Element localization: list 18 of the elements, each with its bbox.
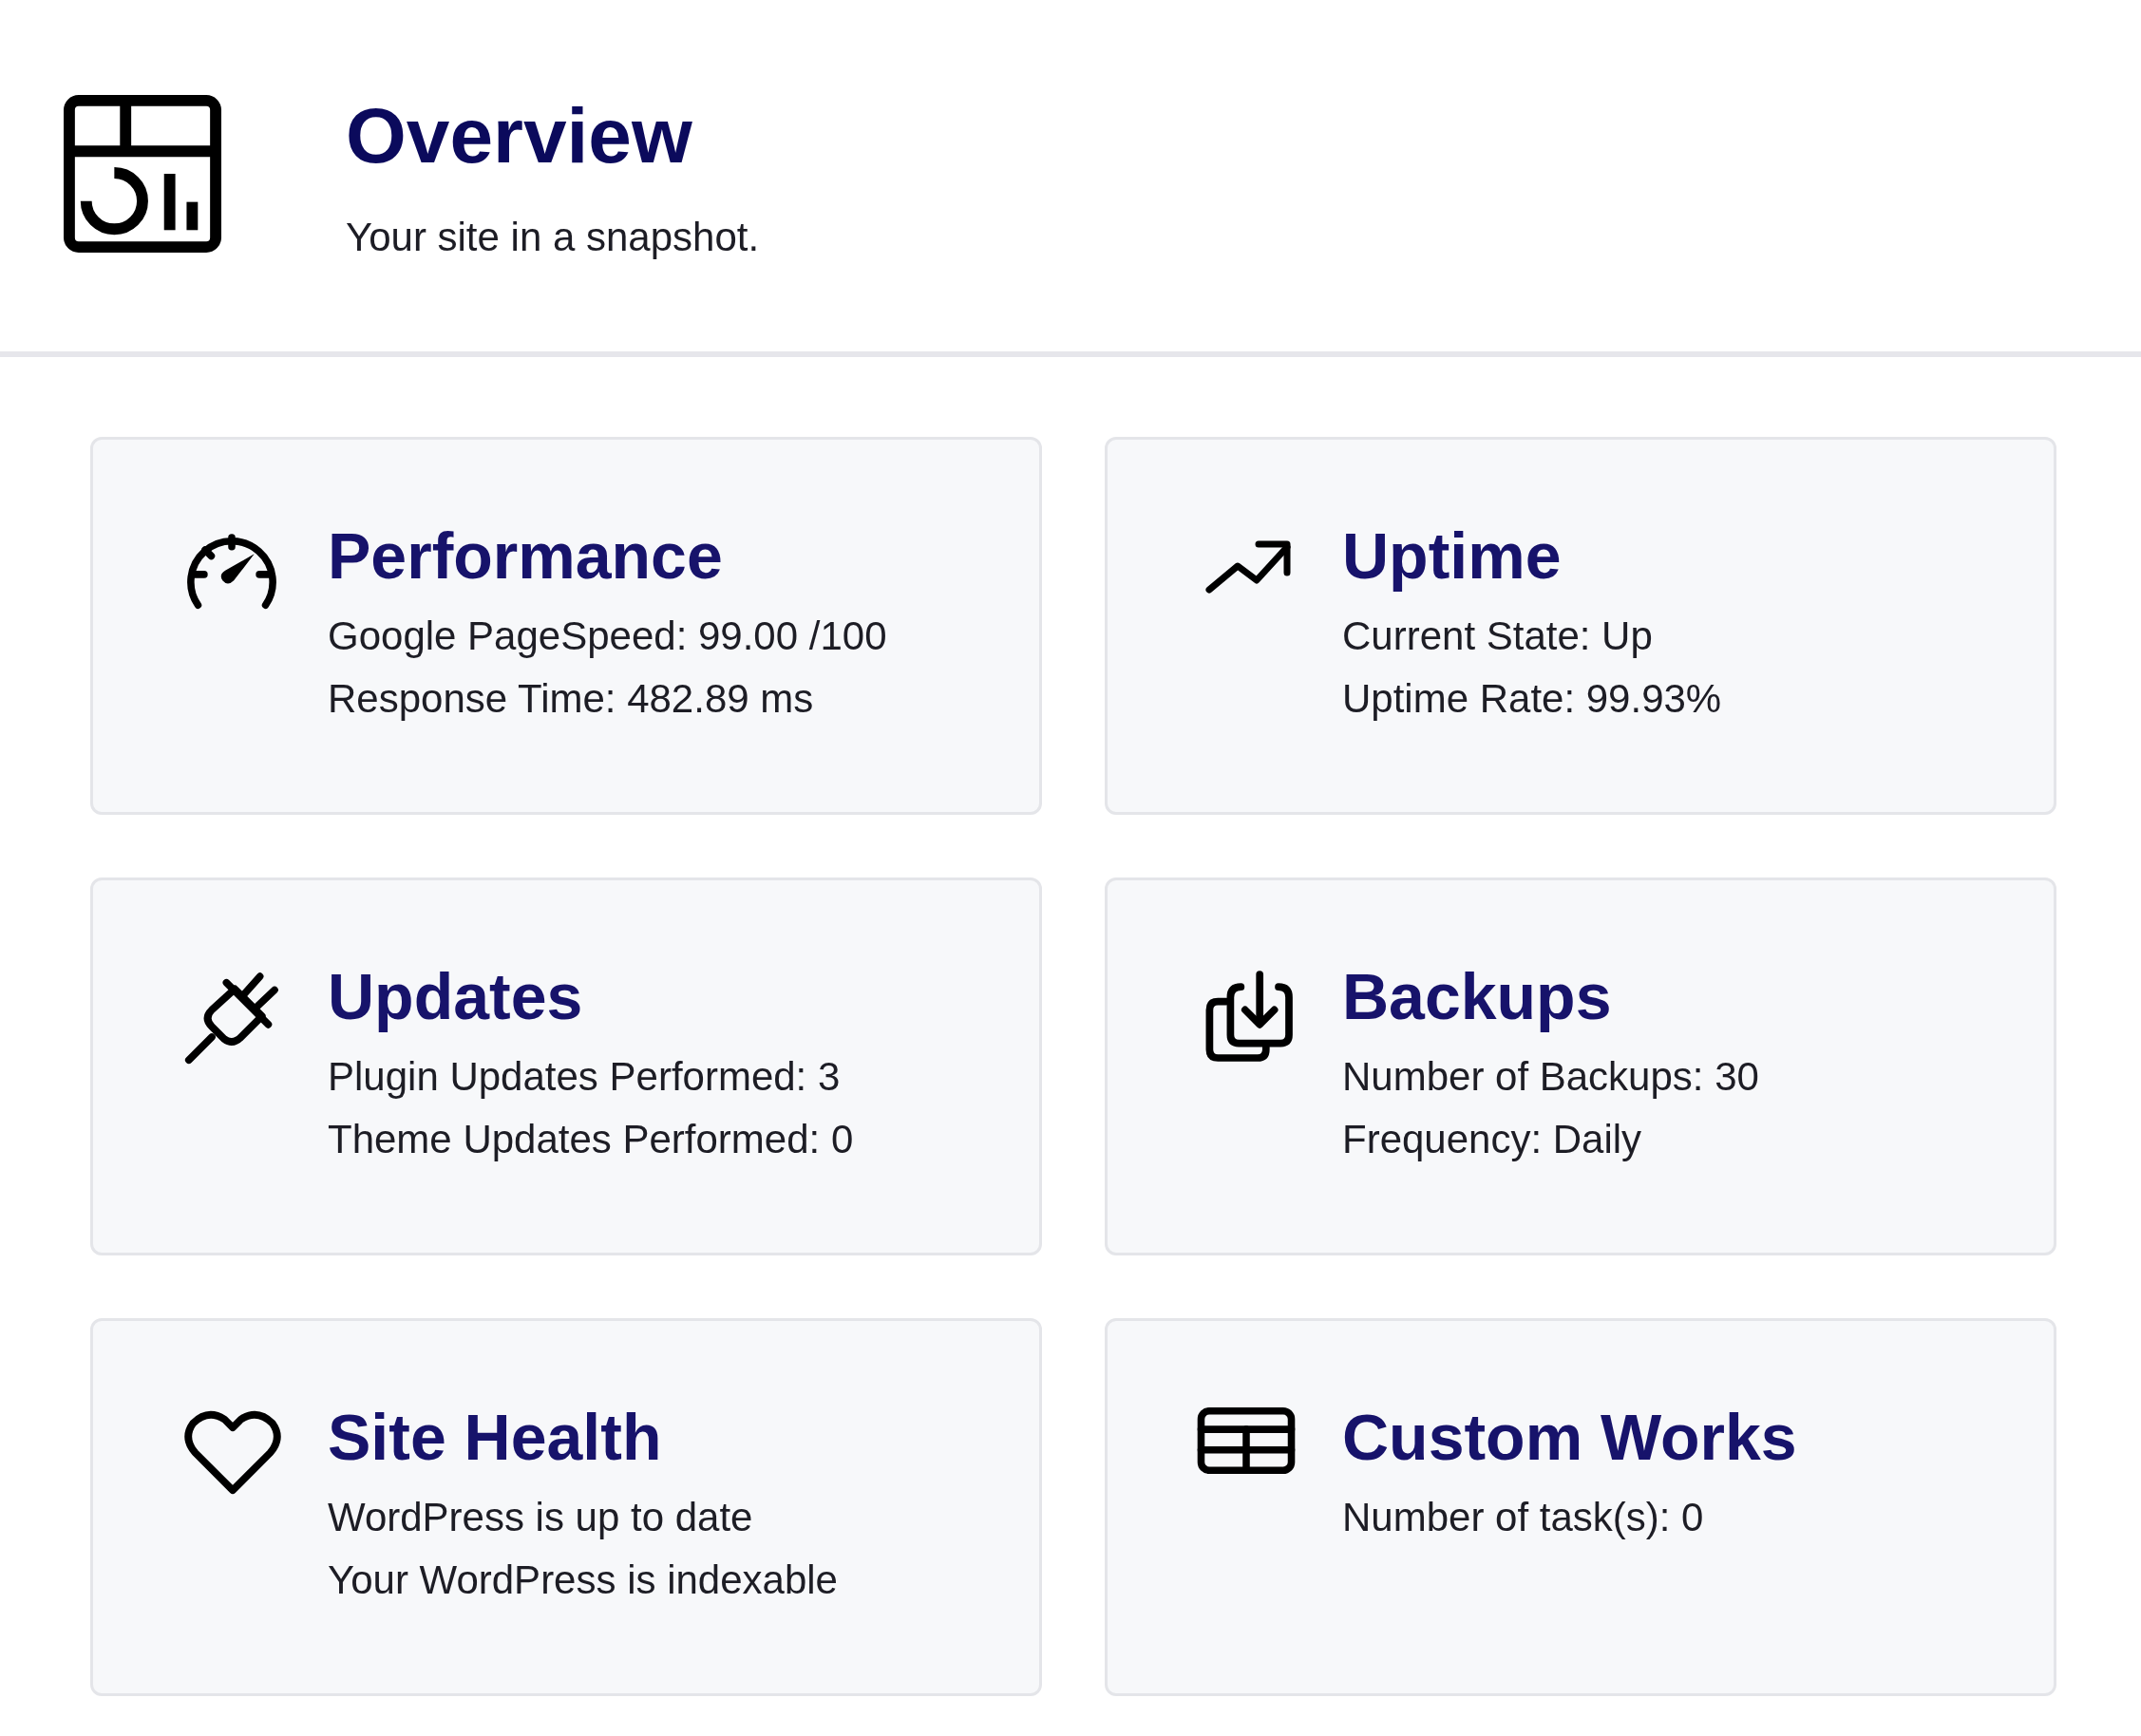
card-stat: Response Time: 482.89 ms: [328, 675, 815, 723]
card-title: Performance: [328, 523, 724, 588]
table-icon: [1195, 1405, 1298, 1477]
card-stat: Plugin Updates Performed: 3: [328, 1053, 842, 1101]
card-title: Site Health: [328, 1405, 663, 1469]
card-stat: Number of task(s): 0: [1342, 1494, 1705, 1541]
card-stat: Frequency: Daily: [1342, 1116, 1643, 1163]
card-stat: Number of Backups: 30: [1342, 1053, 1759, 1101]
dashboard-icon: [63, 95, 222, 253]
card-stat: Your WordPress is indexable: [328, 1557, 838, 1604]
card-stat: WordPress is up to date: [328, 1494, 754, 1541]
card-stat: Current State: Up: [1342, 613, 1654, 660]
page-title: Overview: [346, 97, 693, 175]
card-stat: Google PageSpeed: 99.00 /100: [328, 613, 887, 660]
card-stat: Uptime Rate: 99.93%: [1342, 675, 1722, 723]
card-title: Custom Works: [1342, 1405, 1797, 1469]
page-subtitle: Your site in a snapshot.: [346, 215, 760, 260]
card-stat: Theme Updates Performed: 0: [328, 1116, 854, 1163]
